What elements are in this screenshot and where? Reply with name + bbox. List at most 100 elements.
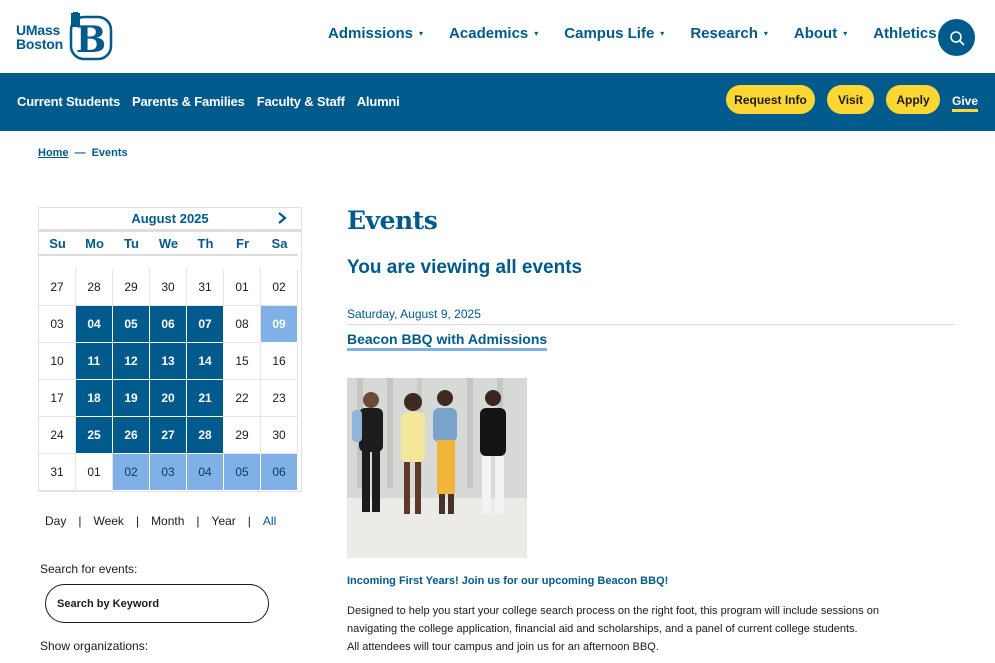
calendar-day[interactable]: 22 xyxy=(224,380,261,417)
calendar-day[interactable]: 05 xyxy=(113,306,150,343)
calendar-day[interactable]: 29 xyxy=(224,417,261,454)
calendar-day[interactable]: 18 xyxy=(76,380,113,417)
event-photo[interactable] xyxy=(347,378,527,558)
weekday-header: We xyxy=(150,232,187,256)
view-tab-year[interactable]: Year xyxy=(212,514,236,528)
calendar-day[interactable]: 19 xyxy=(113,380,150,417)
weekday-header: Sa xyxy=(261,232,298,256)
calendar-day[interactable]: 30 xyxy=(261,417,298,454)
mini-calendar: August 2025 Su Mo Tu We Th Fr Sa 27 28 29 30 31 01 02… xyxy=(38,207,302,492)
logo-line-1: UMass xyxy=(16,22,61,38)
calendar-day[interactable]: 06 xyxy=(150,306,187,343)
calendar-day[interactable]: 25 xyxy=(76,417,113,454)
apply-button[interactable]: Apply xyxy=(886,85,940,114)
link-alumni[interactable]: Alumni xyxy=(357,94,400,109)
show-organizations-label: Show organizations: xyxy=(40,639,149,653)
breadcrumb-separator: — xyxy=(74,147,86,159)
view-tab-week[interactable]: Week xyxy=(93,514,123,528)
event-description-line: navigating the college application, fina… xyxy=(347,623,858,635)
link-current-students[interactable]: Current Students xyxy=(17,94,120,109)
nav-item-label: Campus Life xyxy=(564,25,655,42)
calendar-day[interactable]: 28 xyxy=(76,269,113,306)
page-title: Events xyxy=(347,206,438,235)
calendar-day[interactable]: 12 xyxy=(113,343,150,380)
weekday-header: Th xyxy=(187,232,224,256)
calendar-day[interactable]: 04 xyxy=(76,306,113,343)
calendar-day[interactable]: 01 xyxy=(224,269,261,306)
calendar-day[interactable]: 03 xyxy=(39,306,76,343)
page-subtitle: You are viewing all events xyxy=(347,257,583,278)
calendar-day[interactable]: 17 xyxy=(39,380,76,417)
calendar-day[interactable]: 31 xyxy=(187,269,224,306)
svg-text:B: B xyxy=(76,19,106,61)
calendar-day[interactable]: 08 xyxy=(224,306,261,343)
calendar-day[interactable]: 04 xyxy=(187,454,224,491)
nav-item-label: Research xyxy=(690,25,758,42)
request-info-button[interactable]: Request Info xyxy=(726,85,815,114)
nav-item-campus-life[interactable]: Campus Life ▾ xyxy=(564,25,664,42)
top-header: UMass Boston B Admissions ▾ Academics ▾ Camp… xyxy=(0,0,995,73)
keyword-search-input[interactable] xyxy=(45,584,269,623)
calendar-day[interactable]: 31 xyxy=(39,454,76,491)
link-faculty-staff[interactable]: Faculty & Staff xyxy=(257,94,345,109)
calendar-day[interactable]: 30 xyxy=(150,269,187,306)
caret-down-icon: ▾ xyxy=(763,29,768,38)
event-description: Designed to help you start your college … xyxy=(347,602,962,656)
caret-down-icon: ▾ xyxy=(660,29,665,38)
link-parents-families[interactable]: Parents & Families xyxy=(132,94,245,109)
calendar-day[interactable]: 27 xyxy=(39,269,76,306)
calendar-day[interactable]: 10 xyxy=(39,343,76,380)
nav-item-academics[interactable]: Academics ▾ xyxy=(449,25,538,42)
logo-wordmark: UMass Boston xyxy=(16,23,63,51)
calendar-day[interactable]: 05 xyxy=(224,454,261,491)
view-tab-all[interactable]: All xyxy=(263,514,276,528)
calendar-day[interactable]: 06 xyxy=(261,454,298,491)
caret-down-icon: ▾ xyxy=(843,29,848,38)
view-tab-separator: | xyxy=(196,514,200,528)
calendar-day[interactable]: 14 xyxy=(187,343,224,380)
weekday-header: Su xyxy=(39,232,76,256)
nav-item-admissions[interactable]: Admissions ▾ xyxy=(328,25,423,42)
nav-item-research[interactable]: Research ▾ xyxy=(690,25,768,42)
calendar-day[interactable]: 03 xyxy=(150,454,187,491)
calendar-day[interactable]: 21 xyxy=(187,380,224,417)
search-button[interactable] xyxy=(938,19,975,56)
nav-item-label: Academics xyxy=(449,25,529,42)
breadcrumb: Home — Events xyxy=(38,147,128,159)
view-tab-month[interactable]: Month xyxy=(151,514,184,528)
calendar-day[interactable]: 16 xyxy=(261,343,298,380)
audience-bar: Current Students Parents & Families Facu… xyxy=(0,73,995,131)
give-link[interactable]: Give xyxy=(952,94,979,112)
calendar-day[interactable]: 15 xyxy=(224,343,261,380)
view-tab-separator: | xyxy=(247,514,251,528)
calendar-day[interactable]: 28 xyxy=(187,417,224,454)
event-description-line: Designed to help you start your college … xyxy=(347,605,879,617)
calendar-day[interactable]: 26 xyxy=(113,417,150,454)
main-nav: Admissions ▾ Academics ▾ Campus Life ▾ Researc… xyxy=(328,25,973,42)
nav-item-about[interactable]: About ▾ xyxy=(794,25,847,42)
calendar-day[interactable]: 20 xyxy=(150,380,187,417)
view-tab-separator: | xyxy=(135,514,140,528)
breadcrumb-home[interactable]: Home xyxy=(38,147,69,159)
umass-boston-logo[interactable]: UMass Boston B xyxy=(16,12,115,62)
calendar-month-label: August 2025 xyxy=(131,211,209,226)
calendar-day[interactable]: 02 xyxy=(261,269,298,306)
calendar-day[interactable]: 02 xyxy=(113,454,150,491)
event-title-link[interactable]: Beacon BBQ with Admissions xyxy=(347,331,548,351)
calendar-day[interactable]: 29 xyxy=(113,269,150,306)
event-date: Saturday, August 9, 2025 xyxy=(347,307,955,325)
calendar-day[interactable]: 09 xyxy=(261,306,298,343)
calendar-day[interactable]: 27 xyxy=(150,417,187,454)
calendar-day[interactable]: 23 xyxy=(261,380,298,417)
view-tab-day[interactable]: Day xyxy=(45,514,66,528)
event-description-line: All attendees will tour campus and join … xyxy=(347,641,659,653)
calendar-day[interactable]: 07 xyxy=(187,306,224,343)
weekday-header: Mo xyxy=(76,232,113,256)
calendar-day[interactable]: 01 xyxy=(76,454,113,491)
nav-item-athletics[interactable]: Athletics▾ xyxy=(873,25,946,42)
calendar-day[interactable]: 13 xyxy=(150,343,187,380)
visit-button[interactable]: Visit xyxy=(827,85,874,114)
calendar-day[interactable]: 24 xyxy=(39,417,76,454)
chevron-right-icon[interactable] xyxy=(277,211,287,228)
calendar-day[interactable]: 11 xyxy=(76,343,113,380)
